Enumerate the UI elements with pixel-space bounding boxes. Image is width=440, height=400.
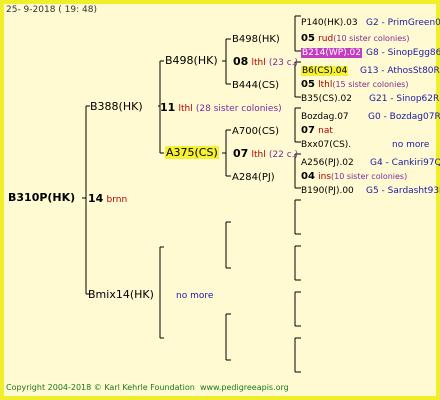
root-colony-name: B310P(HK)	[8, 191, 76, 204]
gen4-loc-4: G21 - Sinop62R	[369, 94, 440, 104]
gen3-count-1: 05	[301, 33, 315, 44]
gen3-count-3: 07	[301, 125, 315, 136]
gen2-note-2: lthl	[251, 150, 266, 160]
gen4-colony-3: B6(CS).04	[301, 65, 349, 77]
gen4-loc-6: no more	[392, 140, 430, 150]
pedigree-frame: 25- 9-2018 ( 19: 48) B310P(HK) 14 brnn B…	[0, 0, 440, 400]
gen4-loc-1: G2 - PrimGreen00	[366, 18, 440, 28]
gen2-note-1: lthl	[251, 58, 266, 68]
gen3-colony-1: B498(HK)	[232, 34, 280, 45]
gen2-extra-1: (23 c.)	[268, 58, 299, 68]
footer-copyright: Copyright 2004-2018 © Karl Kehrle Founda…	[6, 383, 195, 392]
gen3-count-2: 05	[301, 79, 315, 90]
gen3-note-4: ins	[318, 172, 332, 182]
gen3-colony-3: A700(CS)	[232, 126, 280, 137]
gen4-colony-6: Bxx07(CS).	[301, 140, 352, 150]
gen1-note-1: lthl	[178, 104, 193, 114]
gen3-colony-4: A284(PJ)	[232, 172, 275, 183]
gen4-colony-4: B35(CS).02	[301, 94, 352, 104]
gen4-loc-3: G13 - AthosSt80R	[360, 66, 440, 76]
footer: Copyright 2004-2018 © Karl Kehrle Founda…	[6, 382, 289, 394]
gen4-colony-5: Bozdag.07	[301, 112, 349, 122]
gen3-note-1: rud	[318, 34, 334, 44]
gen4-loc-5: G0 - Bozdag07R	[368, 112, 440, 122]
gen4-colony-8: B190(PJ).00	[301, 186, 354, 196]
gen4-loc-7: G4 - Cankiri97Q	[370, 158, 440, 168]
root-count: 14	[88, 192, 104, 205]
gen1-colony-1: B388(HK)	[90, 100, 143, 113]
gen4-colony-7: A256(PJ).02	[301, 158, 354, 168]
gen3-extra-1: (10 sister colonies)	[333, 34, 410, 43]
gen3-note-3: nat	[318, 126, 333, 136]
gen3-note-2: lthl	[318, 80, 333, 90]
gen1-colony-2: Bmix14(HK)	[88, 288, 154, 301]
gen3-extra-2: (15 sister colonies)	[332, 80, 409, 89]
gen4-loc-2: G8 - SinopEgg86R	[366, 48, 440, 58]
gen1-extra-1: (28 sister colonies)	[195, 104, 282, 114]
gen3-info-1: 05 rud(10 sister colonies)	[301, 33, 409, 45]
gen4-colony-2-name: B214(WP).02	[301, 48, 363, 58]
root-suffix: brnn	[106, 195, 128, 205]
gen2-count-2: 07	[233, 147, 249, 160]
footer-site: www.pedigreeapis.org	[199, 383, 289, 392]
gen2-info-2: 07 lthl (22 c.)	[233, 148, 298, 161]
gen3-colony-2: B444(CS)	[232, 80, 280, 91]
root-colony: B310P(HK)	[8, 192, 75, 204]
gen3-info-4: 04 ins(10 sister colonies)	[301, 171, 407, 183]
gen4-loc-8: G5 - Sardasht93R	[366, 186, 440, 196]
gen1-nomore: no more	[176, 291, 214, 301]
gen3-extra-4: (10 sister colonies)	[331, 172, 408, 181]
gen3-info-3: 07 nat	[301, 125, 333, 137]
header-date: 25- 9-2018 ( 19: 48)	[6, 5, 97, 15]
gen2-info-1: 08 lthl (23 c.)	[233, 56, 298, 69]
gen1-count-1: 11	[160, 101, 176, 114]
gen2-colony-2: A375(CS)	[165, 146, 219, 159]
gen4-colony-3-name: B6(CS).04	[301, 66, 349, 76]
gen2-colony-1: B498(HK)	[165, 54, 218, 67]
gen3-count-4: 04	[301, 171, 315, 182]
gen4-colony-2: B214(WP).02	[301, 47, 363, 59]
gen2-extra-2: (22 c.)	[268, 150, 299, 160]
gen4-colony-1: P140(HK).03	[301, 18, 358, 28]
gen2-count-1: 08	[233, 55, 249, 68]
root-info: 14 brnn	[88, 193, 127, 206]
gen2-colony-2-name: A375(CS)	[165, 146, 219, 159]
gen3-info-2: 05 lthl(15 sister colonies)	[301, 79, 409, 91]
gen1-info-1: 11 lthl (28 sister colonies)	[160, 102, 282, 115]
